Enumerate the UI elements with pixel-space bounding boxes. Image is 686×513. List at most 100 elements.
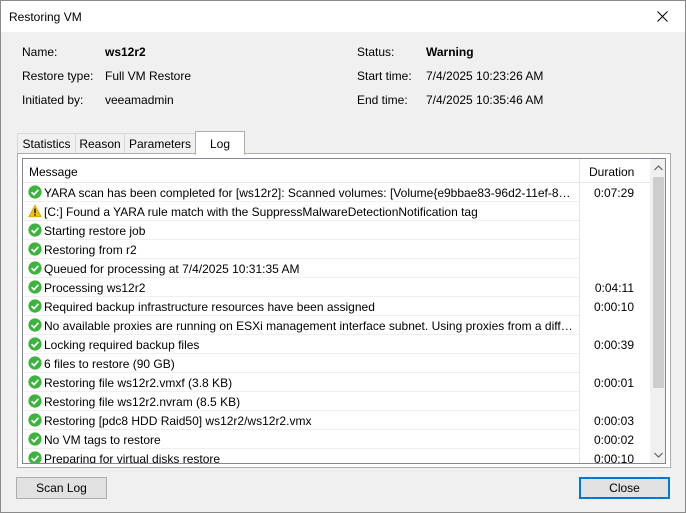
log-row[interactable]: YARA scan has been completed for [ws12r2… (23, 183, 650, 202)
log-row[interactable]: Restoring from r2 (23, 240, 650, 259)
start-time-value: 7/4/2025 10:23:26 AM (426, 69, 544, 83)
success-check-icon (28, 337, 42, 351)
log-message: Restoring file ws12r2.vmxf (3.8 KB) (44, 376, 233, 390)
log-message: 6 files to restore (90 GB) (44, 357, 175, 371)
log-duration: 0:00:03 (593, 414, 634, 428)
close-button[interactable]: Close (579, 477, 670, 499)
vertical-scrollbar[interactable] (650, 159, 665, 463)
window-title: Restoring VM (9, 10, 82, 24)
log-duration: 0:00:10 (593, 452, 634, 464)
restoring-vm-dialog: Restoring VM Name: ws12r2 Restore type: … (0, 0, 686, 513)
tab-reason[interactable]: Reason (75, 133, 125, 153)
row-column-divider (579, 202, 580, 221)
log-row[interactable]: Processing ws12r2 0:04:11 (23, 278, 650, 297)
log-duration: 0:00:39 (593, 338, 634, 352)
log-message: Preparing for virtual disks restore (44, 452, 221, 464)
end-time-label: End time: (357, 93, 408, 107)
log-row[interactable]: Restoring file ws12r2.vmxf (3.8 KB) 0:00:… (23, 373, 650, 392)
column-divider[interactable] (579, 159, 580, 182)
success-check-icon (28, 280, 42, 294)
success-check-icon (28, 242, 42, 256)
log-row[interactable]: No VM tags to restore 0:00:02 (23, 430, 650, 449)
scroll-up-button[interactable] (650, 159, 665, 176)
row-column-divider (579, 183, 580, 202)
row-column-divider (579, 316, 580, 335)
log-row[interactable]: Locking required backup files 0:00:39 (23, 335, 650, 354)
log-message: Restoring from r2 (44, 243, 137, 257)
log-row[interactable]: No available proxies are running on ESXi… (23, 316, 650, 335)
row-column-divider (579, 411, 580, 430)
name-value: ws12r2 (105, 45, 146, 59)
log-message: [C:] Found a YARA rule match with the Su… (44, 205, 478, 219)
log-list[interactable]: Message Duration YARA scan has been comp… (22, 158, 666, 464)
success-check-icon (28, 432, 42, 446)
log-list-header: Message Duration (23, 159, 650, 183)
log-duration: 0:07:29 (593, 186, 634, 200)
end-time-value: 7/4/2025 10:35:46 AM (426, 93, 544, 107)
log-message: YARA scan has been completed for [ws12r2… (44, 186, 576, 200)
log-duration: 0:04:11 (594, 281, 634, 295)
tab-parameters[interactable]: Parameters (124, 133, 196, 153)
tab-statistics[interactable]: Statistics (17, 133, 76, 153)
log-message: Restoring [pdc8 HDD Raid50] ws12r2/ws12r… (44, 414, 312, 428)
row-column-divider (579, 449, 580, 463)
log-row[interactable]: Preparing for virtual disks restore 0:00:… (23, 449, 650, 464)
log-row[interactable]: Required backup infrastructure resources… (23, 297, 650, 316)
close-icon (656, 11, 668, 22)
log-tab-panel: Message Duration YARA scan has been comp… (17, 153, 671, 468)
success-check-icon (28, 318, 42, 332)
row-column-divider (579, 259, 580, 278)
row-column-divider (579, 297, 580, 316)
row-column-divider (579, 354, 580, 373)
success-check-icon (28, 261, 42, 275)
log-duration: 0:00:01 (593, 376, 634, 390)
scan-log-button[interactable]: Scan Log (16, 477, 107, 499)
success-check-icon (28, 185, 42, 199)
column-header-duration[interactable]: Duration (589, 165, 634, 179)
title-bar: Restoring VM (1, 1, 685, 32)
log-row[interactable]: Queued for processing at 7/4/2025 10:31:… (23, 259, 650, 278)
warning-triangle-icon (28, 204, 42, 218)
restore-type-value: Full VM Restore (105, 69, 192, 83)
start-time-label: Start time: (357, 69, 412, 83)
row-column-divider (579, 240, 580, 259)
log-row[interactable]: 6 files to restore (90 GB) (23, 354, 650, 373)
log-message: Processing ws12r2 (44, 281, 146, 295)
success-check-icon (28, 375, 42, 389)
scroll-down-button[interactable] (650, 446, 665, 463)
initiated-by-label: Initiated by: (22, 93, 84, 107)
log-row[interactable]: Starting restore job (23, 221, 650, 240)
success-check-icon (28, 223, 42, 237)
row-column-divider (579, 278, 580, 297)
log-row[interactable]: Restoring file ws12r2.nvram (8.5 KB) (23, 392, 650, 411)
row-column-divider (579, 373, 580, 392)
restore-type-label: Restore type: (22, 69, 94, 83)
status-label: Status: (357, 45, 395, 59)
log-rows: YARA scan has been completed for [ws12r2… (23, 183, 650, 464)
success-check-icon (28, 451, 42, 463)
row-column-divider (579, 221, 580, 240)
scrollbar-thumb[interactable] (653, 177, 664, 388)
tab-log[interactable]: Log (195, 131, 245, 155)
window-close-button[interactable] (639, 1, 685, 32)
row-column-divider (579, 335, 580, 354)
log-message: Required backup infrastructure resources… (44, 300, 375, 314)
log-message: Queued for processing at 7/4/2025 10:31:… (44, 262, 300, 276)
row-column-divider (579, 430, 580, 449)
name-label: Name: (22, 45, 58, 59)
success-check-icon (28, 356, 42, 370)
success-check-icon (28, 299, 42, 313)
log-message: Locking required backup files (44, 338, 200, 352)
column-header-message[interactable]: Message (29, 165, 78, 179)
log-row[interactable]: Restoring [pdc8 HDD Raid50] ws12r2/ws12r… (23, 411, 650, 430)
log-row[interactable]: [C:] Found a YARA rule match with the Su… (23, 202, 650, 221)
log-message: Starting restore job (44, 224, 146, 238)
success-check-icon (28, 413, 42, 427)
chevron-down-icon (653, 452, 663, 458)
initiated-by-value: veeamadmin (105, 93, 174, 107)
row-column-divider (579, 392, 580, 411)
log-duration: 0:00:10 (593, 300, 634, 314)
log-message: No VM tags to restore (44, 433, 161, 447)
status-value: Warning (426, 45, 474, 59)
success-check-icon (28, 394, 42, 408)
